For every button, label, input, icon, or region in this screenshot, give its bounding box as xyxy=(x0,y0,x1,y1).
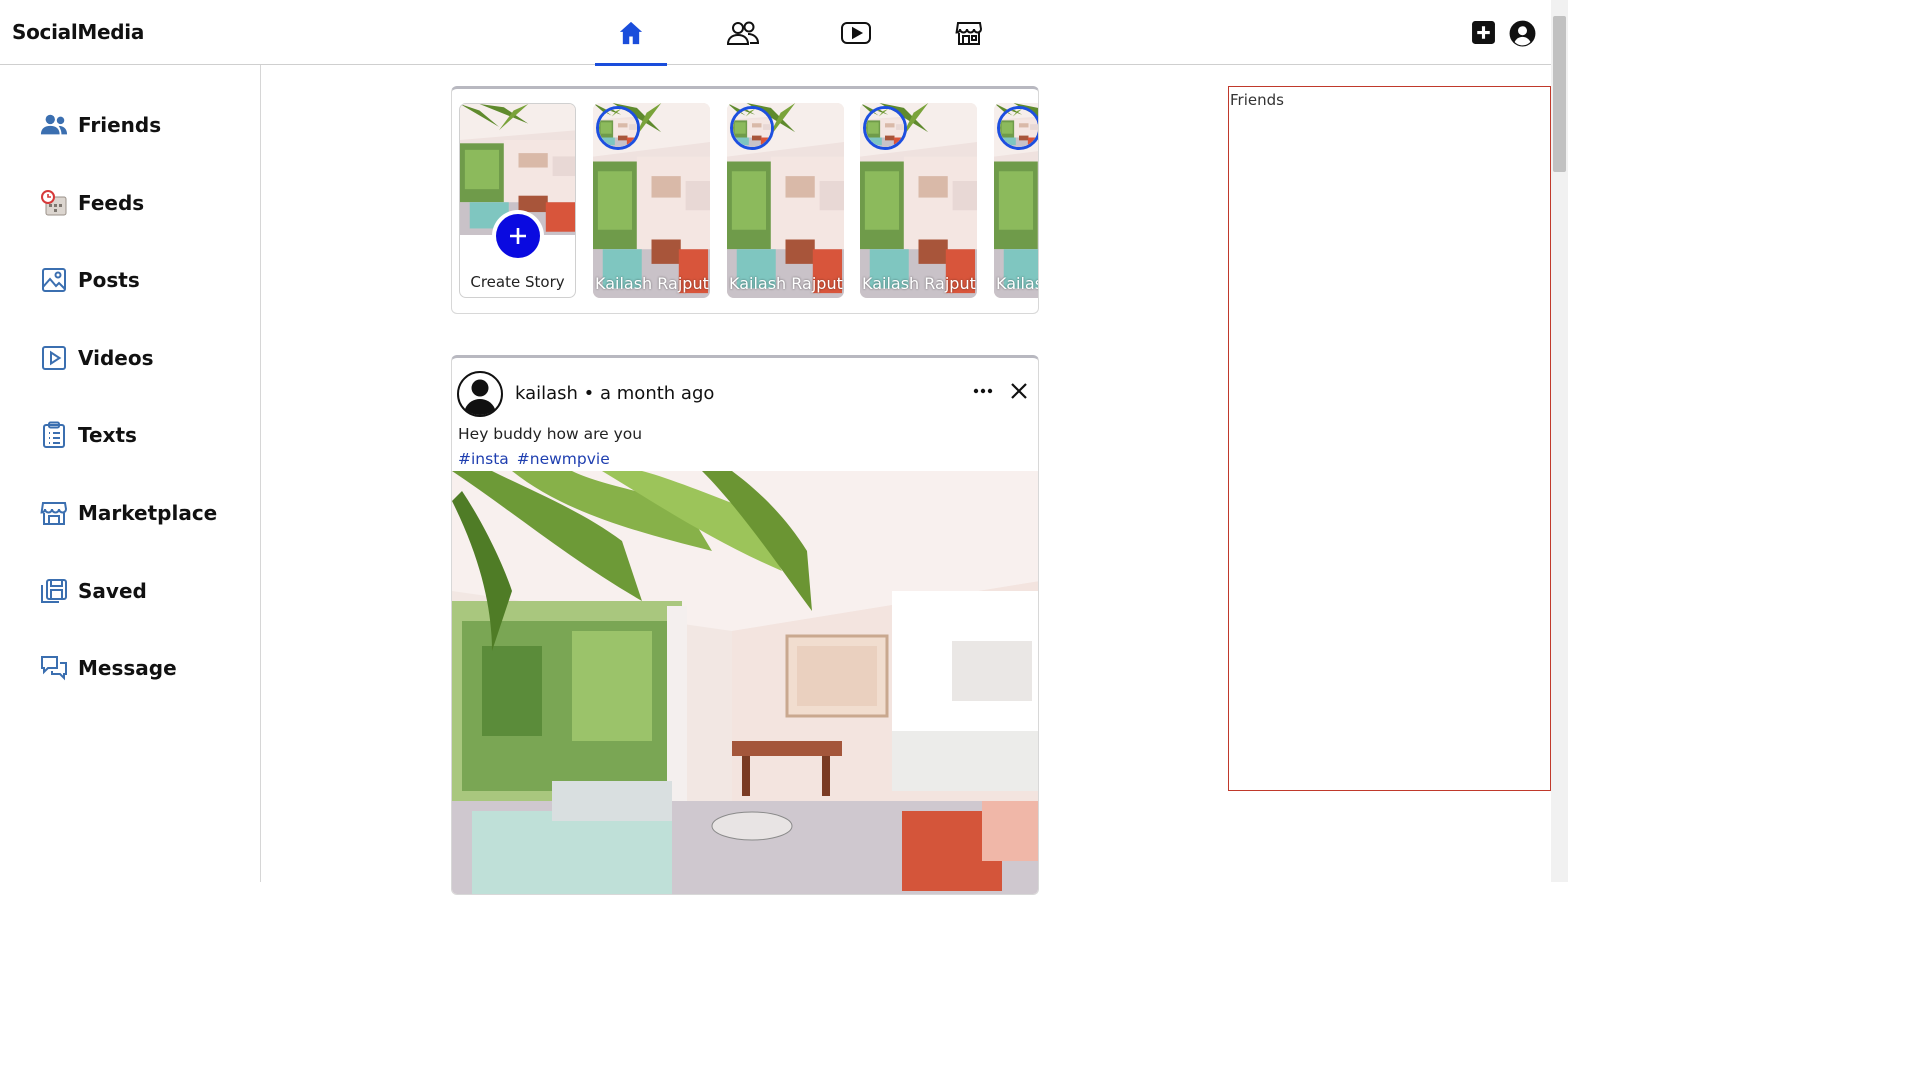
hashtag-link[interactable]: #insta xyxy=(458,450,509,468)
tab-marketplace[interactable] xyxy=(933,0,1005,65)
post-image[interactable] xyxy=(452,471,1039,895)
avatar xyxy=(730,106,774,150)
post-author[interactable]: kailash • a month ago xyxy=(515,383,714,404)
story-card[interactable]: Kailash Rajput xyxy=(994,103,1038,298)
saved-icon xyxy=(40,577,68,605)
sidebar-item-label: Friends xyxy=(78,113,162,137)
friends-panel-title: Friends xyxy=(1230,91,1284,109)
page-scrollbar[interactable] xyxy=(1551,0,1568,882)
clipboard-list-icon xyxy=(40,421,68,449)
play-square-icon xyxy=(40,344,68,372)
sidebar-item-feeds[interactable]: Feeds xyxy=(40,186,144,220)
sidebar-item-label: Feeds xyxy=(78,191,145,215)
story-card[interactable]: Kailash Rajput xyxy=(860,103,977,298)
top-navbar: SocialMedia xyxy=(0,0,1551,66)
tab-home[interactable] xyxy=(595,0,667,66)
story-name: Kailash Rajput xyxy=(595,274,709,293)
sidebar-item-label: Posts xyxy=(78,268,140,292)
avatar xyxy=(596,106,640,150)
post-card: kailash • a month ago Hey buddy how are … xyxy=(451,355,1039,895)
sidebar-item-label: Texts xyxy=(78,423,137,447)
sidebar-item-label: Marketplace xyxy=(78,501,218,525)
profile-button[interactable] xyxy=(1509,20,1536,47)
sidebar-item-label: Saved xyxy=(78,579,147,603)
sidebar-item-label: Videos xyxy=(78,346,154,370)
post-options-button[interactable] xyxy=(972,380,994,406)
tab-friends[interactable] xyxy=(707,0,779,65)
add-square-icon xyxy=(1472,21,1495,44)
sidebar-item-texts[interactable]: Texts xyxy=(40,418,137,452)
plus-icon xyxy=(496,214,540,258)
user-avatar-icon[interactable] xyxy=(457,371,503,417)
sidebar-item-marketplace[interactable]: Marketplace xyxy=(40,496,217,530)
marketplace-icon xyxy=(955,21,983,45)
avatar xyxy=(997,106,1038,150)
close-icon xyxy=(1011,383,1027,399)
sidebar-item-message[interactable]: Message xyxy=(40,651,177,685)
sidebar-item-label: Message xyxy=(78,656,177,680)
image-icon xyxy=(40,266,68,294)
people-icon xyxy=(40,111,68,139)
brand-logo[interactable]: SocialMedia xyxy=(12,20,144,44)
hashtag-link[interactable]: #newmpvie xyxy=(517,450,610,468)
create-post-button[interactable] xyxy=(1471,20,1496,45)
sidebar-item-saved[interactable]: Saved xyxy=(40,574,147,608)
sidebar-item-friends[interactable]: Friends xyxy=(40,108,161,142)
stories-strip: Create Story Kailash Rajput Kailash Rajp… xyxy=(451,86,1039,314)
create-story-button[interactable] xyxy=(492,210,544,262)
create-story-card[interactable]: Create Story xyxy=(459,103,576,298)
friends-panel: Friends xyxy=(1228,86,1551,791)
friends-icon xyxy=(726,21,760,45)
left-sidebar: Friends Feeds Posts Videos Texts Marketp… xyxy=(0,65,261,882)
user-circle-icon xyxy=(1509,20,1536,47)
video-icon xyxy=(841,21,871,44)
avatar xyxy=(863,106,907,150)
more-horizontal-icon xyxy=(973,388,993,394)
home-icon xyxy=(619,21,643,44)
story-name: Kailash Rajput xyxy=(862,274,976,293)
feeds-calendar-icon xyxy=(40,189,68,217)
sidebar-item-posts[interactable]: Posts xyxy=(40,263,140,297)
story-card[interactable]: Kailash Rajput xyxy=(593,103,710,298)
scrollbar-thumb[interactable] xyxy=(1553,16,1566,172)
create-story-label: Create Story xyxy=(470,273,565,291)
post-caption: Hey buddy how are you xyxy=(458,425,643,443)
post-close-button[interactable] xyxy=(1010,382,1028,404)
sidebar-item-videos[interactable]: Videos xyxy=(40,341,154,375)
chat-icon xyxy=(40,654,68,682)
story-name: Kailash Rajput xyxy=(996,274,1038,293)
story-card[interactable]: Kailash Rajput xyxy=(727,103,844,298)
tab-videos[interactable] xyxy=(820,0,892,65)
story-name: Kailash Rajput xyxy=(729,274,843,293)
store-icon xyxy=(40,499,68,527)
post-tags: #insta #newmpvie xyxy=(458,450,610,468)
